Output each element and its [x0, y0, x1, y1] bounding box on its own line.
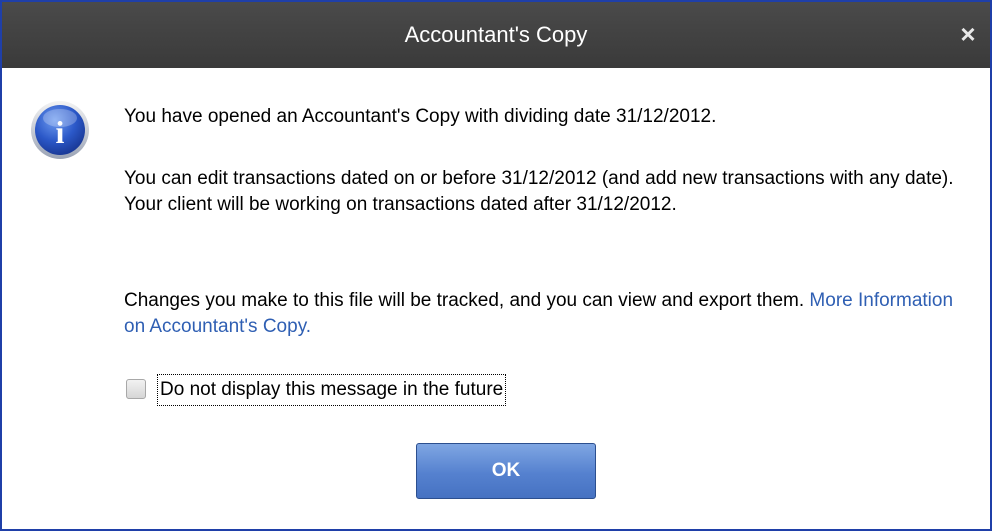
message-paragraph-2: You can edit transactions dated on or be… — [124, 168, 954, 215]
ok-button[interactable]: OK — [416, 443, 596, 499]
message-paragraph-3-text: Changes you make to this file will be tr… — [124, 290, 805, 311]
dialog-title: Accountant's Copy — [404, 22, 588, 47]
info-icon: i — [31, 101, 89, 159]
dont-display-checkbox[interactable] — [126, 379, 146, 399]
info-glyph: i — [56, 114, 65, 150]
dont-display-label[interactable]: Do not display this message in the futur… — [157, 374, 507, 406]
close-button[interactable]: × — [954, 20, 982, 48]
title-bar[interactable]: Accountant's Copy × — [2, 2, 990, 68]
message-paragraph-3: Changes you make to this file will be tr… — [124, 288, 964, 340]
message-line-1: You have opened an Accountant's Copy wit… — [124, 106, 717, 127]
accountants-copy-dialog: Accountant's Copy × i You have opened an… — [0, 0, 992, 531]
